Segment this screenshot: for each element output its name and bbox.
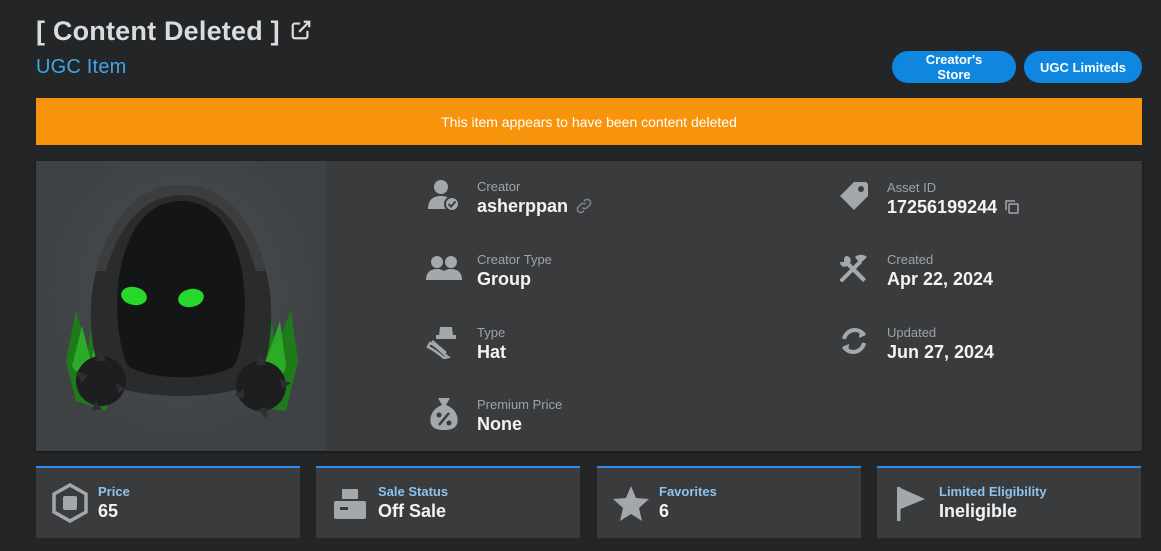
asset-id-value: 17256199244: [887, 197, 998, 217]
favorites-label: Favorites: [659, 484, 717, 499]
asset-id-label: Asset ID: [887, 180, 937, 195]
updated-field: Updated Jun 27, 2024: [836, 325, 994, 363]
banner-text: This item appears to have been content d…: [441, 113, 737, 130]
creator-field: Creator asherppan: [426, 179, 594, 217]
limited-eligibility-value: Ineligible: [939, 501, 1018, 521]
created-field: Created Apr 22, 2024: [836, 252, 993, 290]
type-value: Hat: [477, 342, 507, 362]
stat-sale-status: Sale Status Off Sale: [316, 466, 580, 538]
stat-limited-eligibility: Limited Eligibility Ineligible: [877, 466, 1141, 538]
flag-icon: [897, 487, 925, 521]
price-value: 65: [98, 501, 119, 521]
group-icon: [426, 256, 462, 280]
created-value: Apr 22, 2024: [887, 269, 994, 289]
hat-icon: [426, 327, 456, 359]
item-category: UGC Item: [36, 56, 127, 78]
asset-id-field: Asset ID 17256199244: [836, 180, 1021, 218]
external-link-icon[interactable]: [290, 19, 312, 41]
page-title: [ Content Deleted ]: [36, 16, 312, 47]
item-details-card: Creator asherppan Creator Type Group Typ…: [36, 161, 1142, 451]
header-actions: Creator's Store UGC Limiteds: [892, 51, 1142, 83]
premium-price-value: None: [477, 414, 522, 434]
premium-price-field: Premium Price None: [426, 397, 562, 435]
type-field: Type Hat: [426, 325, 506, 363]
updated-value: Jun 27, 2024: [887, 342, 995, 362]
link-icon[interactable]: [574, 196, 594, 216]
creator-type-label: Creator Type: [477, 252, 552, 267]
robux-icon: [52, 483, 88, 523]
item-thumbnail[interactable]: [36, 161, 326, 451]
creator-label: Creator: [477, 179, 521, 194]
tools-icon: [840, 254, 867, 282]
copy-icon[interactable]: [1003, 198, 1021, 216]
stat-favorites: Favorites 6: [597, 466, 861, 538]
item-name: [ Content Deleted ]: [36, 16, 280, 46]
creator-type-field: Creator Type Group: [426, 252, 552, 290]
register-icon: [334, 489, 366, 519]
updated-label: Updated: [887, 325, 937, 340]
sale-status-value: Off Sale: [378, 501, 447, 521]
premium-price-label: Premium Price: [477, 397, 563, 412]
favorites-value: 6: [659, 501, 670, 521]
star-icon[interactable]: [611, 483, 651, 523]
discount-bag-icon: [430, 398, 458, 430]
created-label: Created: [887, 252, 934, 267]
ugc-limiteds-button[interactable]: UGC Limiteds: [1024, 51, 1142, 83]
hood-image: [66, 185, 298, 419]
sale-status-label: Sale Status: [378, 484, 449, 499]
user-verified-icon: [428, 180, 460, 212]
sync-icon: [842, 328, 866, 354]
limited-eligibility-label: Limited Eligibility: [939, 484, 1047, 499]
price-label: Price: [98, 484, 130, 499]
creator-name[interactable]: asherppan: [477, 195, 568, 217]
stat-price: Price 65: [36, 466, 300, 538]
type-label: Type: [477, 325, 506, 340]
creators-store-button[interactable]: Creator's Store: [892, 51, 1016, 83]
tag-icon: [840, 182, 868, 210]
creator-type-value: Group: [477, 269, 531, 289]
content-deleted-banner: This item appears to have been content d…: [36, 98, 1142, 145]
